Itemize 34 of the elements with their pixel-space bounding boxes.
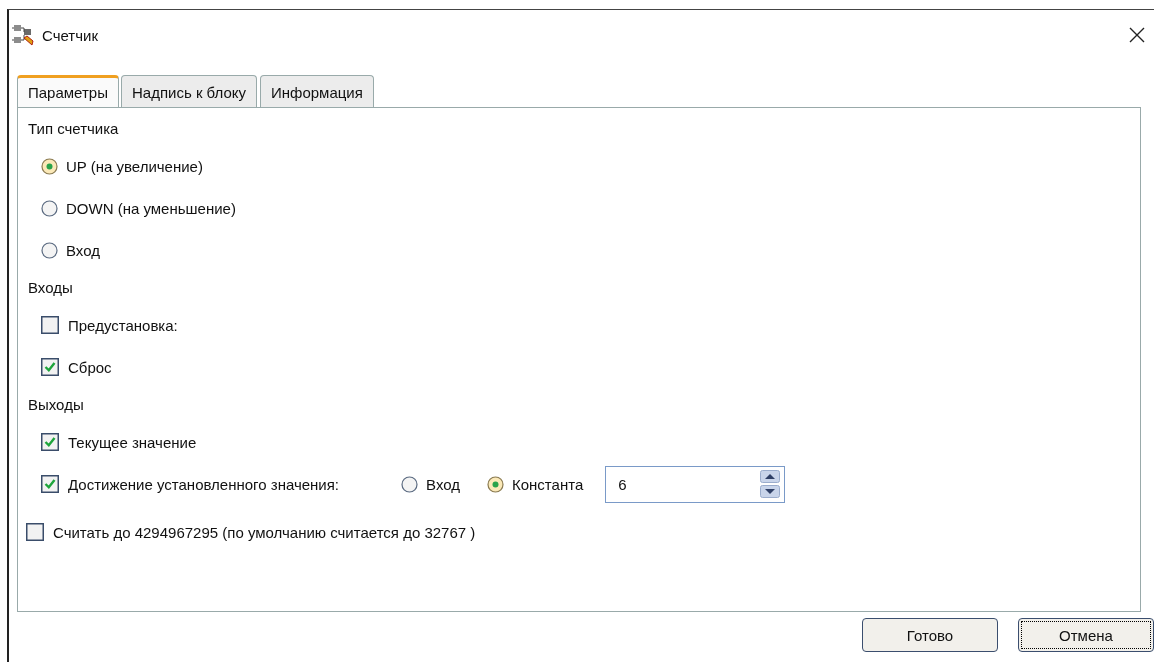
section-heading: Тип счетчика	[28, 120, 120, 137]
tab[interactable]: Информация	[260, 75, 374, 107]
checkbox[interactable]	[41, 475, 59, 493]
checkbox[interactable]	[41, 358, 59, 376]
radio-label: Вход	[426, 475, 460, 493]
checkbox-label: Сброс	[68, 358, 112, 376]
radio-label: Вход	[66, 241, 100, 259]
dialog-button[interactable]: Готово	[862, 618, 998, 652]
radio-button[interactable]	[487, 475, 504, 493]
checkbox-label: Достижение установленного значения:	[68, 475, 340, 493]
radio-label: UP (на увеличение)	[66, 157, 203, 175]
tab[interactable]: Параметры	[17, 75, 119, 107]
radio-button[interactable]	[401, 475, 419, 493]
section-heading: Выходы	[28, 396, 85, 413]
checkbox-label: Предустановка:	[68, 316, 178, 334]
spin-up-icon[interactable]	[760, 470, 781, 483]
checkbox[interactable]	[26, 523, 44, 541]
radio-button[interactable]	[41, 199, 58, 217]
tab[interactable]: Надпись к блоку	[120, 75, 258, 107]
spin-down-icon[interactable]	[760, 485, 781, 498]
number-spin-field[interactable]: 6	[605, 465, 786, 503]
close-icon[interactable]	[1128, 26, 1146, 44]
radio-label: Константа	[512, 475, 584, 493]
checkbox-label: Считать до 4294967295 (по умолчанию считается до 32767 )	[53, 523, 476, 541]
section-heading: Входы	[28, 279, 74, 296]
dialog-button[interactable]: Отмена	[1018, 618, 1154, 652]
checkbox-label: Текущее значение	[68, 433, 197, 451]
radio-button[interactable]	[41, 241, 58, 259]
checkbox[interactable]	[41, 433, 59, 451]
checkbox[interactable]	[41, 316, 59, 334]
window-title: Счетчик	[42, 26, 99, 44]
block-diagram-icon	[12, 24, 34, 46]
radio-label: DOWN (на уменьшение)	[66, 199, 236, 217]
radio-button[interactable]	[41, 157, 58, 175]
